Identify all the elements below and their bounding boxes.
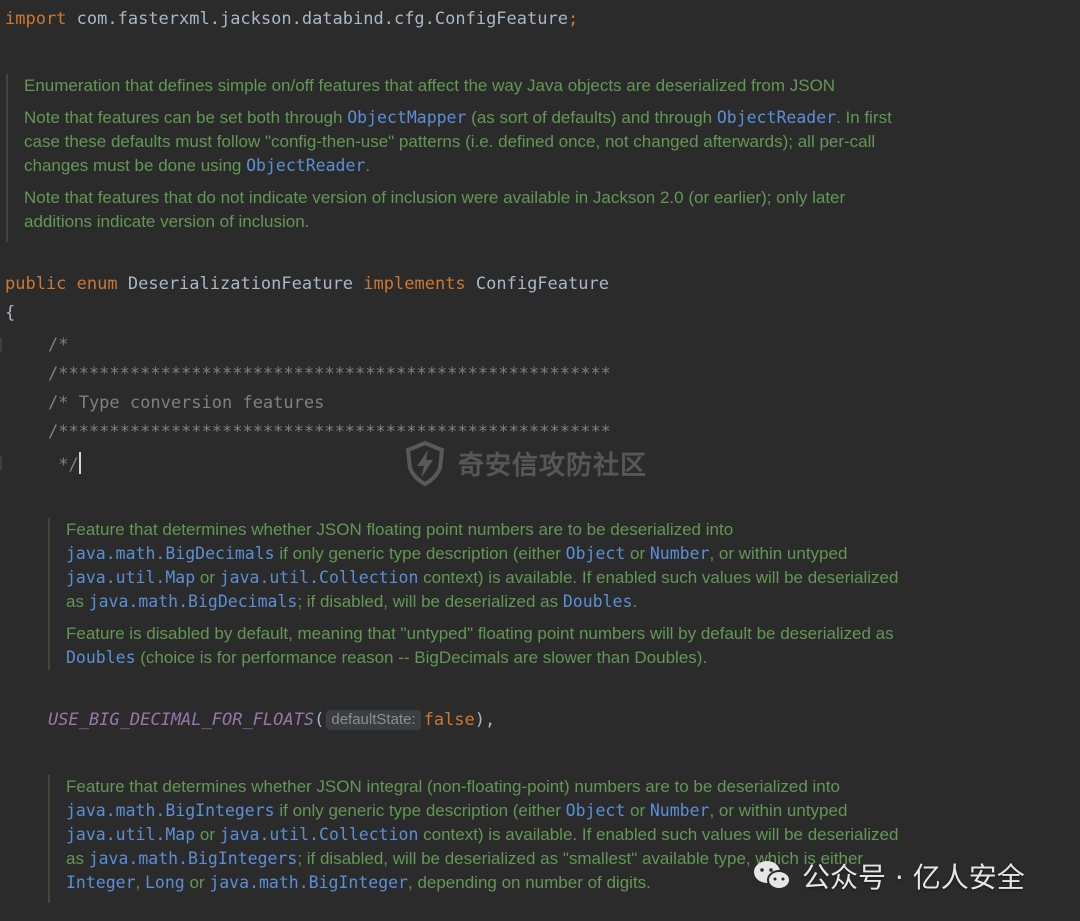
doubles-link[interactable]: Doubles bbox=[563, 592, 633, 611]
doc-text: or bbox=[195, 568, 220, 587]
class-javadoc: Enumeration that defines simple on/off f… bbox=[6, 74, 904, 242]
doc-text: , or within untyped bbox=[709, 801, 848, 820]
doc-text: if only generic type description (either bbox=[274, 801, 566, 820]
text-caret bbox=[78, 452, 81, 474]
biginteger-link[interactable]: java.math.BigIntegers bbox=[89, 849, 298, 868]
class-doc-para-1: Enumeration that defines simple on/off f… bbox=[24, 76, 836, 95]
import-statement: import com.fasterxml.jackson.databind.cf… bbox=[5, 8, 578, 30]
doc-text: or bbox=[184, 873, 210, 892]
object-link[interactable]: Object bbox=[566, 544, 626, 563]
number-link[interactable]: Number bbox=[650, 801, 710, 820]
doubles-link[interactable]: Doubles bbox=[66, 648, 136, 667]
class-doc-para-2: Note that features can be set both throu… bbox=[24, 106, 904, 178]
doc-text: Note that features can be set both throu… bbox=[24, 108, 348, 127]
watermark-text: 奇安信攻防社区 bbox=[458, 450, 648, 481]
doc-text: Feature is disabled by default, meaning … bbox=[66, 624, 894, 643]
long-link[interactable]: Long bbox=[145, 873, 185, 892]
object-link[interactable]: Object bbox=[566, 801, 626, 820]
doc-text: , or within untyped bbox=[709, 544, 848, 563]
open-brace: { bbox=[5, 303, 16, 323]
comment-close: */ bbox=[48, 455, 79, 475]
doc-text: if only generic type description (either bbox=[274, 544, 566, 563]
doc-text: , bbox=[135, 873, 145, 892]
implements-keyword: implements bbox=[363, 274, 466, 294]
doc-text: Feature that determines whether JSON flo… bbox=[66, 520, 734, 539]
doc-text: or bbox=[625, 544, 650, 563]
comment-line-3: /* Type conversion features bbox=[48, 393, 325, 413]
doc-text: . bbox=[632, 592, 638, 611]
parameter-hint: defaultState: bbox=[326, 710, 421, 730]
bigdecimal-link[interactable]: java.math.BigDecimals bbox=[66, 544, 275, 563]
collection-link[interactable]: java.util.Collection bbox=[220, 568, 419, 587]
import-keyword: import bbox=[5, 9, 67, 29]
feature1-doc-para-2: Feature is disabled by default, meaning … bbox=[66, 622, 906, 670]
feature1-javadoc: Feature that determines whether JSON flo… bbox=[48, 518, 906, 670]
doc-text: Feature that determines whether JSON int… bbox=[66, 777, 840, 796]
object-reader-link[interactable]: ObjectReader bbox=[717, 108, 836, 127]
number-link[interactable]: Number bbox=[650, 544, 710, 563]
doc-text: (as sort of defaults) and through bbox=[466, 108, 717, 127]
doc-text: (choice is for performance reason -- Big… bbox=[135, 648, 708, 667]
shield-logo-icon bbox=[405, 440, 445, 486]
object-mapper-link[interactable]: ObjectMapper bbox=[347, 108, 466, 127]
import-semicolon: ; bbox=[567, 9, 579, 29]
class-name: DeserializationFeature bbox=[127, 274, 354, 294]
enum-constant: USE_BIG_DECIMAL_FOR_FLOATS bbox=[48, 710, 315, 730]
class-doc-para-3: Note that features that do not indicate … bbox=[24, 188, 846, 231]
enum-declaration: public enum DeserializationFeature imple… bbox=[5, 273, 609, 295]
doc-text: ; if disabled, will be deserialized as bbox=[297, 592, 563, 611]
feature1-doc-para-1: Feature that determines whether JSON flo… bbox=[66, 518, 906, 614]
boolean-value: false bbox=[423, 710, 475, 730]
object-reader-link[interactable]: ObjectReader bbox=[246, 156, 365, 175]
doc-text: . bbox=[365, 156, 371, 175]
doc-text: or bbox=[625, 801, 650, 820]
bigdecimal-link[interactable]: java.math.BigDecimals bbox=[89, 592, 298, 611]
map-link[interactable]: java.util.Map bbox=[66, 825, 195, 844]
interface-name: ConfigFeature bbox=[475, 274, 609, 294]
public-keyword: public bbox=[5, 274, 67, 294]
feature1-declaration: USE_BIG_DECIMAL_FOR_FLOATS(defaultState:… bbox=[48, 709, 495, 731]
open-paren: ( bbox=[314, 710, 325, 730]
center-watermark: 奇安信攻防社区 bbox=[402, 440, 647, 486]
collection-link[interactable]: java.util.Collection bbox=[220, 825, 419, 844]
comment-line-2: /***************************************… bbox=[48, 364, 611, 384]
doc-text: , depending on number of digits. bbox=[408, 873, 651, 892]
import-path: com.fasterxml.jackson.databind.cfg.Confi… bbox=[76, 9, 568, 29]
biginteger-link[interactable]: java.math.BigInteger bbox=[209, 873, 408, 892]
wechat-icon bbox=[754, 861, 791, 890]
biginteger-link[interactable]: java.math.BigIntegers bbox=[66, 801, 275, 820]
integer-link[interactable]: Integer bbox=[66, 873, 136, 892]
map-link[interactable]: java.util.Map bbox=[66, 568, 195, 587]
comment-line-5: */ bbox=[48, 452, 81, 476]
fold-marker[interactable] bbox=[0, 338, 2, 352]
comment-line-1: /* bbox=[48, 335, 69, 355]
doc-text: or bbox=[195, 825, 220, 844]
fold-marker[interactable] bbox=[0, 456, 2, 470]
enum-keyword: enum bbox=[76, 274, 118, 294]
bottom-watermark: 公众号 · 亿人安全 bbox=[752, 856, 1025, 896]
watermark-text: 公众号 · 亿人安全 bbox=[802, 861, 1025, 894]
close-paren: ), bbox=[474, 710, 496, 730]
